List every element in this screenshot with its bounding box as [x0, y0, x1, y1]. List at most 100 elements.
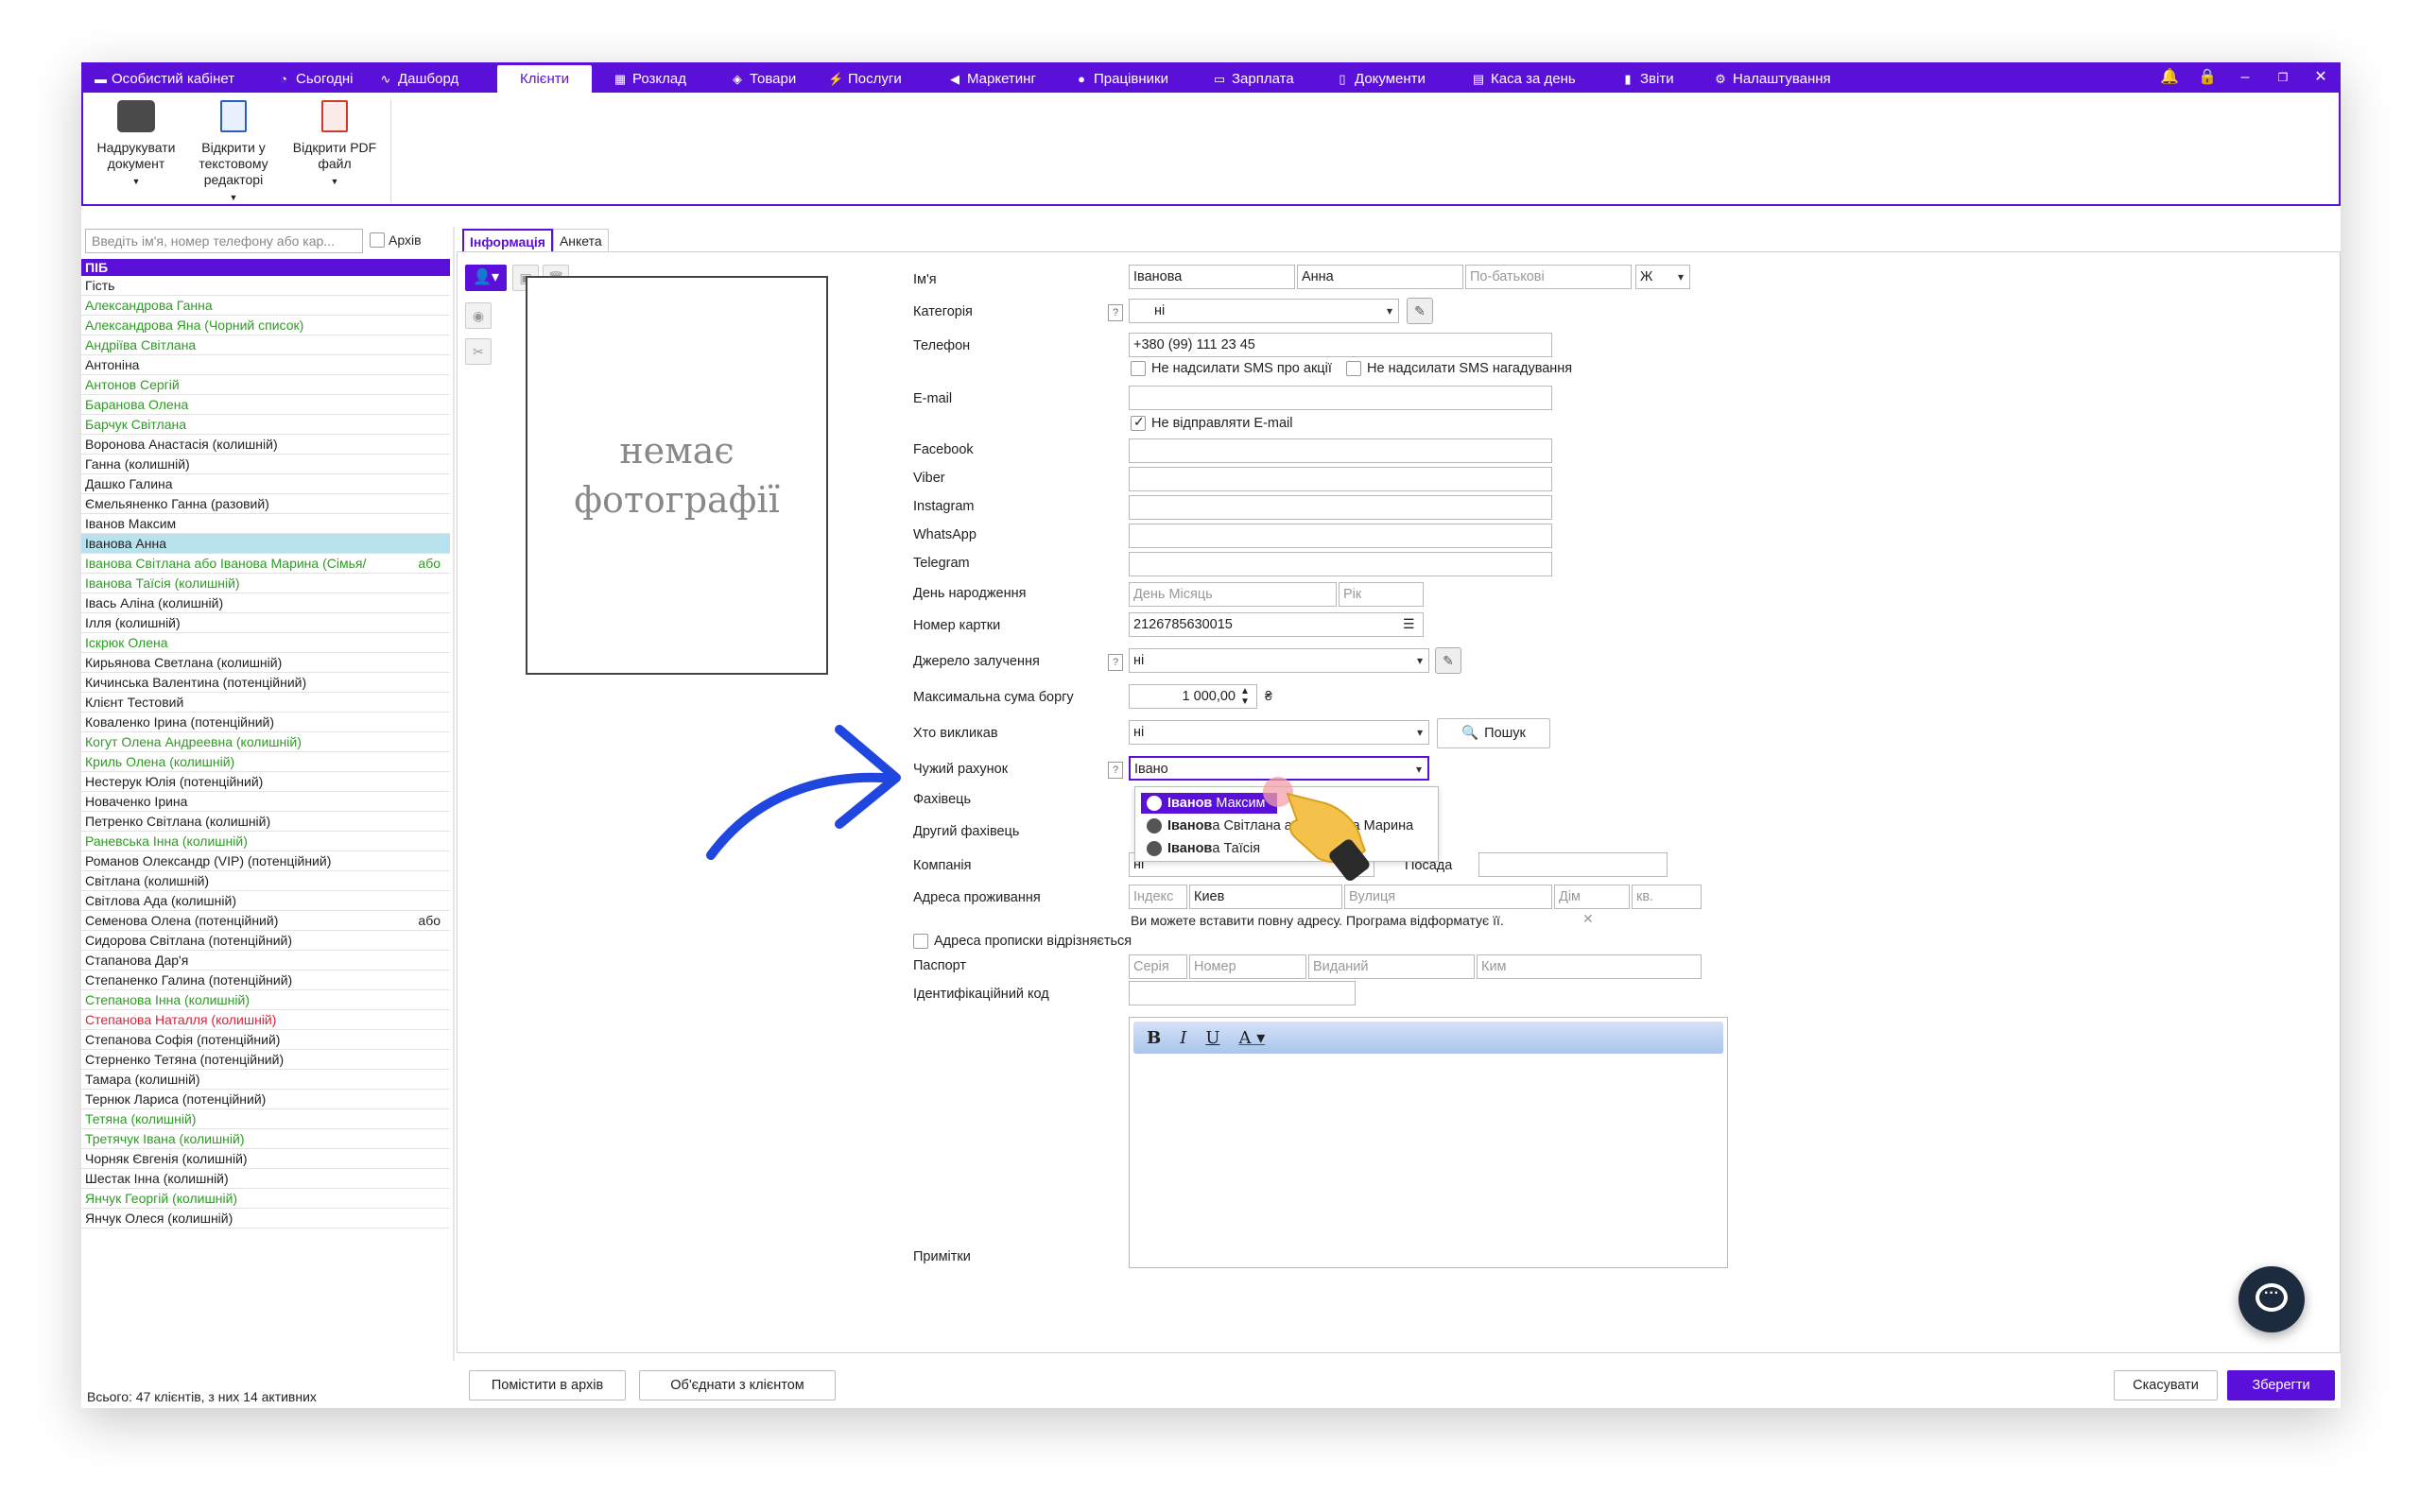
client-list-item[interactable]: Криль Олена (колишній) [81, 752, 450, 772]
category-select[interactable]: ні [1129, 299, 1399, 323]
client-list-item[interactable]: Сидорова Світлана (потенційний) [81, 931, 450, 951]
client-list-item[interactable]: Шестак Інна (колишній) [81, 1169, 450, 1189]
apartment-field[interactable]: кв. [1632, 885, 1702, 909]
telegram-field[interactable] [1129, 552, 1552, 576]
client-list-item[interactable]: Романов Олександр (VIP) (потенційний) [81, 851, 450, 871]
client-list-item[interactable]: Стапанова Дар'я [81, 951, 450, 971]
client-list-item[interactable]: Янчук Олеся (колишній) [81, 1209, 450, 1228]
barcode-list-icon[interactable]: ☰ [1403, 616, 1415, 632]
client-list-item[interactable]: Кичинська Валентина (потенційний) [81, 673, 450, 693]
first-name-field[interactable]: Анна [1297, 265, 1463, 289]
edit-source-icon[interactable]: ✎ [1435, 647, 1461, 674]
menu-item-6[interactable]: ⚡ Послуги [824, 65, 925, 93]
menu-item-8[interactable]: ● Працівники [1070, 65, 1195, 93]
passport-issued-by-field[interactable]: Ким [1477, 954, 1702, 979]
source-select[interactable]: ні [1129, 648, 1429, 673]
client-list-item[interactable]: Ємельяненко Ганна (разовий) [81, 494, 450, 514]
client-list-item[interactable]: Іванова Анна [81, 534, 450, 554]
menu-item-2[interactable]: ∿ Дашборд [374, 65, 478, 93]
client-list-item[interactable]: Тернюк Лариса (потенційний) [81, 1090, 450, 1109]
client-list-item[interactable]: Семенова Олена (потенційний) або [81, 911, 450, 931]
passport-series-field[interactable]: Серія [1129, 954, 1187, 979]
chat-widget-button[interactable]: ··· [2238, 1266, 2305, 1332]
street-field[interactable]: Вулиця [1344, 885, 1552, 909]
client-list-item[interactable]: Ганна (колишній) [81, 455, 450, 474]
menu-item-7[interactable]: ◀ Маркетинг [943, 65, 1057, 93]
invited-by-select[interactable]: ні [1129, 720, 1429, 745]
birthday-day-month-field[interactable]: День Місяць [1129, 582, 1337, 607]
client-list-item[interactable]: Андріїва Світлана [81, 335, 450, 355]
notes-editor[interactable]: B I U A ▾ [1129, 1017, 1728, 1268]
client-search-input[interactable]: Введіть ім'я, номер телефону або кар... [85, 229, 363, 253]
client-list-item[interactable]: Барчук Світлана [81, 415, 450, 435]
open-pdf-button[interactable]: Відкрити PDF файл ▼ [285, 100, 384, 190]
client-list-item[interactable]: Іванова Таїсія (колишній) [81, 574, 450, 593]
font-color-button[interactable]: A ▾ [1239, 1028, 1266, 1048]
no-sms-reminder-checkbox[interactable]: Не надсилати SMS нагадування [1346, 361, 1572, 376]
merge-client-button[interactable]: Об'єднати з клієнтом [639, 1370, 836, 1400]
viber-field[interactable] [1129, 467, 1552, 491]
close-window-button[interactable]: ✕ [2309, 62, 2332, 93]
checkbox-box[interactable] [1131, 361, 1146, 376]
bell-icon[interactable]: 🔔 [2158, 62, 2181, 93]
help-icon[interactable]: ? [1108, 304, 1123, 321]
client-list-item[interactable]: Клієнт Тестовий [81, 693, 450, 713]
spinner-arrows-icon[interactable]: ▲ ▼ [1240, 686, 1250, 707]
max-debt-field[interactable]: 1 000,00 [1129, 684, 1257, 709]
tab-information[interactable]: Інформація [462, 229, 553, 251]
panel-splitter[interactable] [453, 227, 455, 1361]
client-list-item[interactable]: Раневська Інна (колишній) [81, 832, 450, 851]
client-list-item[interactable]: Александрова Ганна [81, 296, 450, 316]
no-sms-promo-checkbox[interactable]: Не надсилати SMS про акції [1131, 361, 1332, 376]
gender-select[interactable]: Ж [1635, 265, 1690, 289]
card-number-field[interactable]: 2126785630015 [1129, 612, 1424, 637]
menu-item-3[interactable]: Клієнти [497, 65, 592, 93]
archive-checkbox[interactable]: Архів [370, 232, 422, 248]
client-list-item[interactable]: Петренко Світлана (колишній) [81, 812, 450, 832]
search-button[interactable]: 🔍 Пошук [1437, 718, 1550, 748]
foreign-account-input[interactable]: Івано [1129, 756, 1429, 781]
last-name-field[interactable]: Іванова [1129, 265, 1295, 289]
client-list-item[interactable]: Тамара (колишній) [81, 1070, 450, 1090]
client-list-item[interactable]: Янчук Георгій (колишній) [81, 1189, 450, 1209]
client-list-item[interactable]: Ілля (колишній) [81, 613, 450, 633]
phone-field[interactable]: +380 (99) 111 23 45 [1129, 333, 1552, 357]
menu-item-0[interactable]: ▬ Особистий кабінет [91, 65, 234, 93]
facebook-field[interactable] [1129, 438, 1552, 463]
minimize-button[interactable]: – [2234, 62, 2256, 93]
webcam-icon[interactable]: ◉ [465, 302, 492, 329]
client-list-item[interactable]: Баранова Олена [81, 395, 450, 415]
open-in-text-editor-button[interactable]: Відкрити у текстовому редакторі ▼ [189, 100, 278, 206]
add-photo-button[interactable]: 👤▾ [465, 265, 507, 291]
instagram-field[interactable] [1129, 495, 1552, 520]
column-header-name[interactable]: ПІБ [81, 259, 450, 276]
client-list-item[interactable]: Нестерук Юлія (потенційний) [81, 772, 450, 792]
tab-questionnaire[interactable]: Анкета [552, 229, 609, 251]
menu-item-10[interactable]: ▯ Документи [1331, 65, 1450, 93]
menu-item-4[interactable]: ▦ Розклад [609, 65, 705, 93]
email-field[interactable] [1129, 386, 1552, 410]
print-document-button[interactable]: Надрукувати документ ▼ [93, 100, 180, 190]
client-list-item[interactable]: Чорняк Євгенія (колишній) [81, 1149, 450, 1169]
lock-icon[interactable]: 🔒 [2196, 62, 2219, 93]
menu-item-12[interactable]: ▮ Звіти [1616, 65, 1692, 93]
underline-button[interactable]: U [1205, 1028, 1219, 1048]
menu-item-9[interactable]: ▭ Зарплата [1208, 65, 1314, 93]
client-list-item[interactable]: Антонов Сергій [81, 375, 450, 395]
client-list-item[interactable]: Степанова Софія (потенційний) [81, 1030, 450, 1050]
client-list-item[interactable]: Гість [81, 276, 450, 296]
client-list-item[interactable]: Дашко Галина [81, 474, 450, 494]
client-list-item[interactable]: Світлана (колишній) [81, 871, 450, 891]
client-list-item[interactable]: Степанова Наталля (колишній) [81, 1010, 450, 1030]
checkbox-box[interactable] [1346, 361, 1361, 376]
suggestion-item[interactable]: Іванов Максим [1141, 793, 1277, 814]
close-hint-icon[interactable]: ✕ [1582, 911, 1594, 927]
reg-address-differs-checkbox[interactable]: Адреса прописки відрізняється [913, 934, 1132, 949]
client-list-item[interactable]: Когут Олена Андреевна (колишній) [81, 732, 450, 752]
no-email-checkbox[interactable]: Не відправляти E-mail [1131, 414, 1292, 431]
edit-category-icon[interactable]: ✎ [1407, 298, 1433, 324]
city-field[interactable]: Киев [1189, 885, 1342, 909]
client-list-item[interactable]: Іванов Максим [81, 514, 450, 534]
whatsapp-field[interactable] [1129, 524, 1552, 548]
client-list-item[interactable]: Антоніна [81, 355, 450, 375]
